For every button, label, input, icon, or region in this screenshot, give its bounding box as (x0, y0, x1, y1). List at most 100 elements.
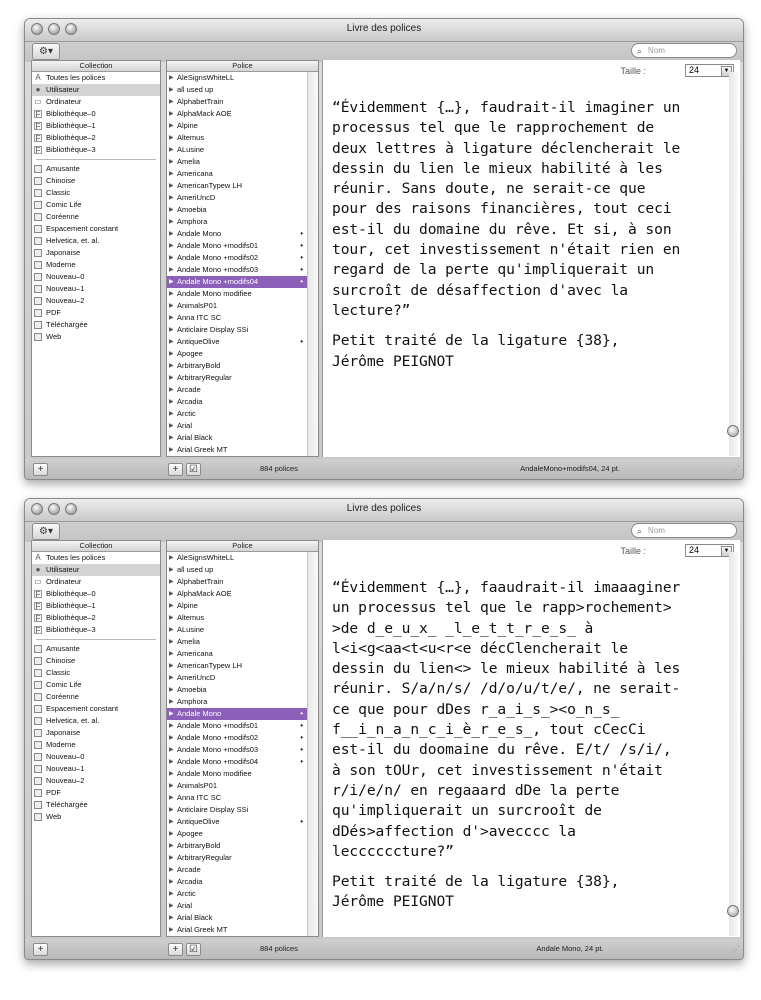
collection-set-item[interactable]: Classic (32, 187, 160, 199)
disclosure-triangle-icon[interactable]: ▶ (169, 684, 174, 696)
disclosure-triangle-icon[interactable]: ▶ (169, 912, 174, 924)
collection-item[interactable]: F Bibliothèque–1 (32, 600, 160, 612)
size-select[interactable]: 24 ▼ (685, 64, 734, 77)
font-list-item[interactable]: ▶ Andale Mono +modifs03 • (167, 744, 309, 756)
collection-set-item[interactable]: PDF (32, 787, 160, 799)
disclosure-triangle-icon[interactable]: ▶ (169, 600, 174, 612)
size-select[interactable]: 24 ▼ (685, 544, 734, 557)
resize-grip-icon[interactable]: ⋰ (732, 945, 740, 954)
action-menu-button[interactable]: ⚙▾ (32, 523, 60, 540)
font-list-item[interactable]: ▶ AmericanTypew LH (167, 660, 309, 672)
disclosure-triangle-icon[interactable]: ▶ (169, 888, 174, 900)
collection-item[interactable]: ▭ Ordinateur (32, 96, 160, 108)
font-list-item[interactable]: ▶ Amoebia (167, 684, 309, 696)
font-list-item[interactable]: ▶ AntiqueOlive • (167, 816, 309, 828)
enable-font-button[interactable]: ☑ (186, 463, 201, 476)
disclosure-triangle-icon[interactable]: ▶ (169, 72, 174, 84)
font-list-scrollbar[interactable] (307, 72, 318, 456)
collection-set-item[interactable]: Amusante (32, 163, 160, 175)
font-list-item[interactable]: ▶ ALusine (167, 624, 309, 636)
collection-set-item[interactable]: Comic Life (32, 679, 160, 691)
collection-set-item[interactable]: Nouveau–1 (32, 763, 160, 775)
font-list-item[interactable]: ▶ Amphora (167, 696, 309, 708)
collection-set-item[interactable]: Téléchargée (32, 319, 160, 331)
font-list-item[interactable]: ▶ Andale Mono +modifs01 • (167, 720, 309, 732)
disclosure-triangle-icon[interactable]: ▶ (169, 264, 174, 276)
font-list-item[interactable]: ▶ Arctic (167, 408, 309, 420)
disclosure-triangle-icon[interactable]: ▶ (169, 336, 174, 348)
font-list-item[interactable]: ▶ Alpine (167, 120, 309, 132)
font-list-item[interactable]: ▶ Arial (167, 900, 309, 912)
disclosure-triangle-icon[interactable]: ▶ (169, 84, 174, 96)
collection-set-item[interactable]: Espacement constant (32, 703, 160, 715)
font-list-item[interactable]: ▶ Anticlaire Display SSi (167, 324, 309, 336)
font-list-item[interactable]: ▶ AleSignsWhiteLL (167, 72, 309, 84)
font-list-item[interactable]: ▶ Arial Black (167, 432, 309, 444)
action-menu-button[interactable]: ⚙▾ (32, 43, 60, 60)
disclosure-triangle-icon[interactable]: ▶ (169, 924, 174, 936)
collection-set-item[interactable]: Coréenne (32, 691, 160, 703)
disclosure-triangle-icon[interactable]: ▶ (169, 324, 174, 336)
collection-set-item[interactable]: Coréenne (32, 211, 160, 223)
font-list-item[interactable]: ▶ AntiqueOlive • (167, 336, 309, 348)
disclosure-triangle-icon[interactable]: ▶ (169, 228, 174, 240)
disclosure-triangle-icon[interactable]: ▶ (169, 672, 174, 684)
collection-set-item[interactable]: Espacement constant (32, 223, 160, 235)
disclosure-triangle-icon[interactable]: ▶ (169, 864, 174, 876)
collection-set-item[interactable]: Web (32, 811, 160, 823)
collection-item[interactable]: F Bibliothèque–0 (32, 588, 160, 600)
font-list-item[interactable]: ▶ Andale Mono +modifs02 • (167, 732, 309, 744)
font-list-item[interactable]: ▶ Amelia (167, 636, 309, 648)
disclosure-triangle-icon[interactable]: ▶ (169, 564, 174, 576)
font-list-item[interactable]: ▶ Arial Black (167, 912, 309, 924)
font-list-item[interactable]: ▶ Andale Mono +modifs02 • (167, 252, 309, 264)
disclosure-triangle-icon[interactable]: ▶ (169, 192, 174, 204)
font-list-item[interactable]: ▶ Altemus (167, 132, 309, 144)
font-list-item[interactable]: ▶ Arctic (167, 888, 309, 900)
disclosure-triangle-icon[interactable]: ▶ (169, 360, 174, 372)
add-font-button[interactable]: + (168, 943, 183, 956)
disclosure-triangle-icon[interactable]: ▶ (169, 708, 174, 720)
font-list-item[interactable]: ▶ AmeriUncD (167, 672, 309, 684)
font-list-item[interactable]: ▶ ArbitraryRegular (167, 372, 309, 384)
disclosure-triangle-icon[interactable]: ▶ (169, 780, 174, 792)
disclosure-triangle-icon[interactable]: ▶ (169, 120, 174, 132)
disclosure-triangle-icon[interactable]: ▶ (169, 876, 174, 888)
font-list-item[interactable]: ▶ Andale Mono +modifs03 • (167, 264, 309, 276)
collection-set-item[interactable]: Téléchargée (32, 799, 160, 811)
disclosure-triangle-icon[interactable]: ▶ (169, 156, 174, 168)
disclosure-triangle-icon[interactable]: ▶ (169, 624, 174, 636)
font-list-item[interactable]: ▶ Amphora (167, 216, 309, 228)
font-list-item[interactable]: ▶ AnimalsP01 (167, 780, 309, 792)
disclosure-triangle-icon[interactable]: ▶ (169, 144, 174, 156)
disclosure-triangle-icon[interactable]: ▶ (169, 576, 174, 588)
disclosure-triangle-icon[interactable]: ▶ (169, 792, 174, 804)
disclosure-triangle-icon[interactable]: ▶ (169, 588, 174, 600)
collection-set-item[interactable]: Classic (32, 667, 160, 679)
collection-set-item[interactable]: Chinoise (32, 175, 160, 187)
search-input[interactable] (648, 45, 732, 56)
disclosure-triangle-icon[interactable]: ▶ (169, 768, 174, 780)
collection-set-item[interactable]: Chinoise (32, 655, 160, 667)
font-list-item[interactable]: ▶ Alpine (167, 600, 309, 612)
font-list-item[interactable]: ▶ Americana (167, 168, 309, 180)
collection-set-item[interactable]: Nouveau–0 (32, 751, 160, 763)
scroll-thumb[interactable] (727, 425, 739, 437)
collection-set-item[interactable]: Nouveau–2 (32, 295, 160, 307)
collection-set-item[interactable]: Web (32, 331, 160, 343)
disclosure-triangle-icon[interactable]: ▶ (169, 216, 174, 228)
disclosure-triangle-icon[interactable]: ▶ (169, 288, 174, 300)
collection-item[interactable]: ▭ Ordinateur (32, 576, 160, 588)
collection-set-item[interactable]: Comic Life (32, 199, 160, 211)
disclosure-triangle-icon[interactable]: ▶ (169, 396, 174, 408)
disclosure-triangle-icon[interactable]: ▶ (169, 852, 174, 864)
disclosure-triangle-icon[interactable]: ▶ (169, 732, 174, 744)
disclosure-triangle-icon[interactable]: ▶ (169, 372, 174, 384)
disclosure-triangle-icon[interactable]: ▶ (169, 204, 174, 216)
collection-item[interactable]: F Bibliothèque–1 (32, 120, 160, 132)
font-list-item[interactable]: ▶ Arial Greek MT (167, 444, 309, 456)
preview-scrollbar[interactable] (729, 552, 738, 936)
search-field[interactable]: ⌕ (631, 523, 737, 538)
font-list-item[interactable]: ▶ Andale Mono modifiee (167, 288, 309, 300)
font-list-scrollbar[interactable] (307, 552, 318, 936)
